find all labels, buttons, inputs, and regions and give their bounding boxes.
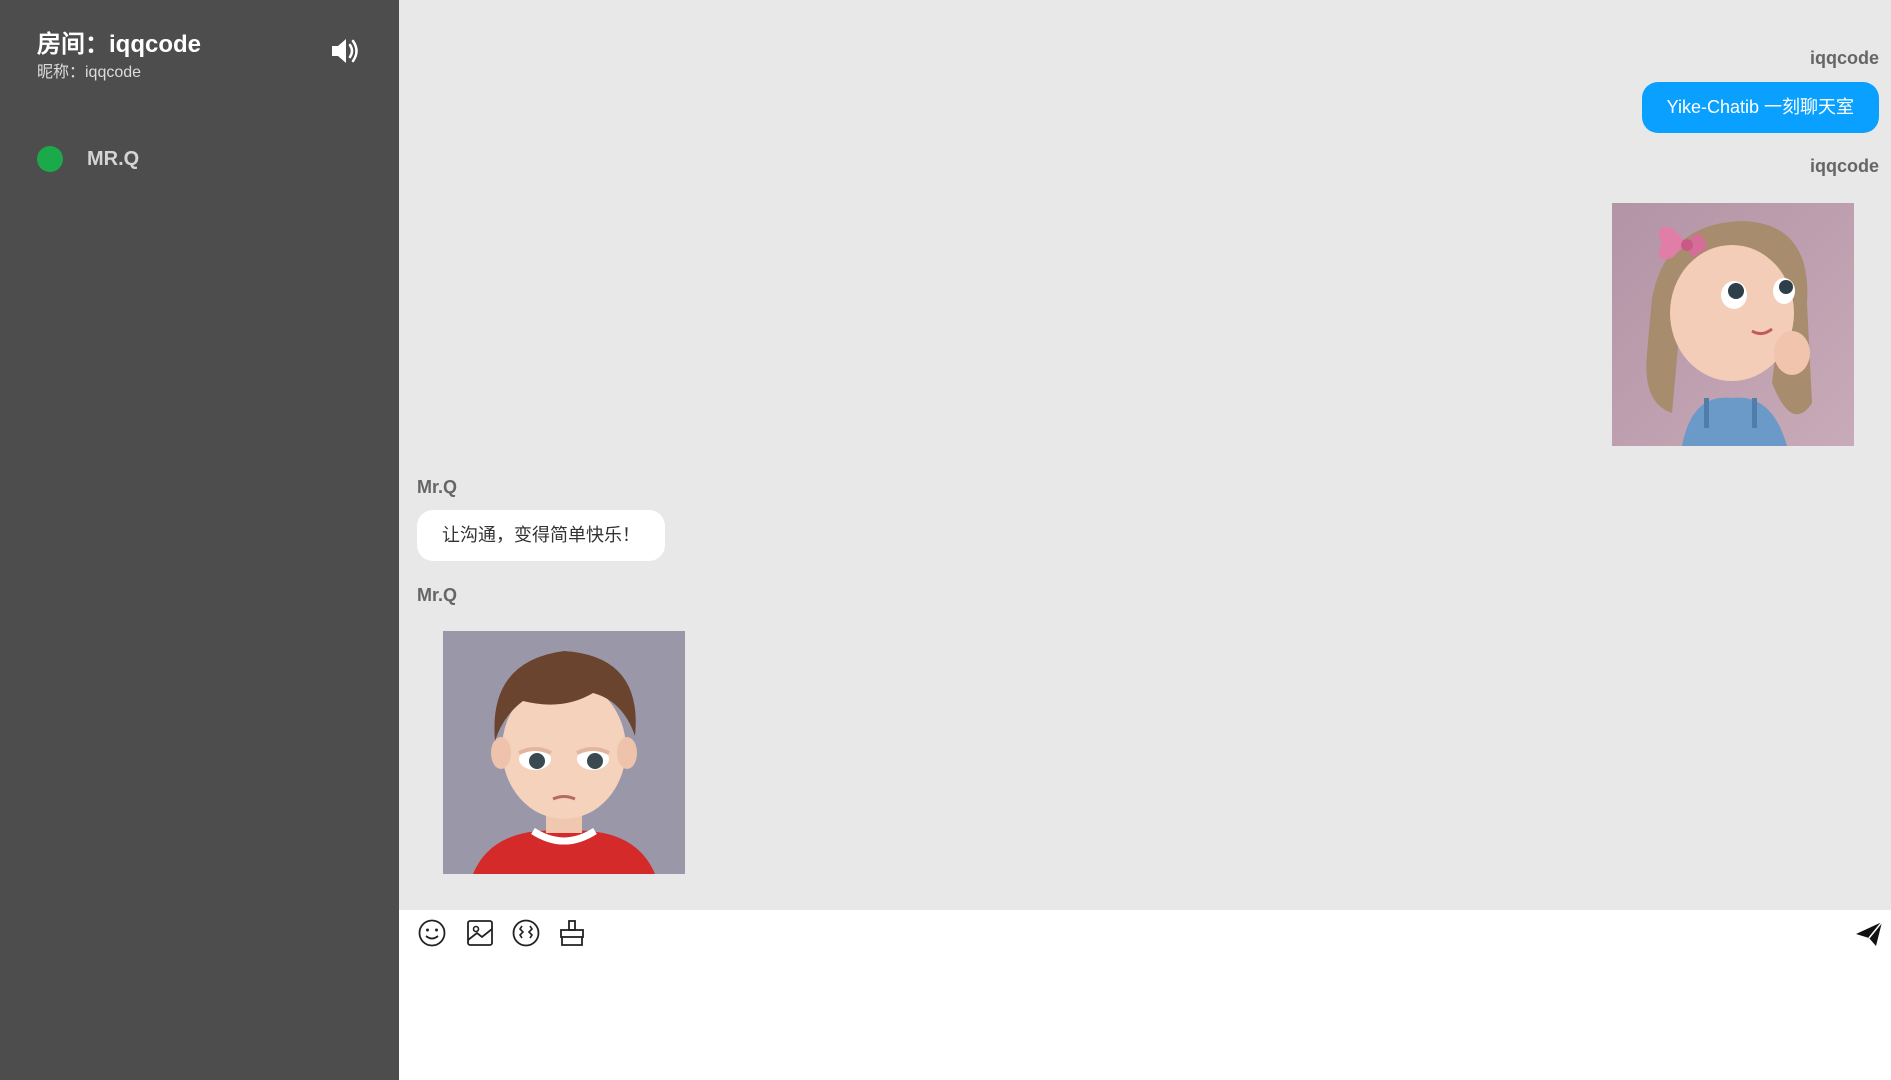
image-upload-icon[interactable] [465, 918, 495, 948]
message-sender: Mr.Q [417, 477, 458, 497]
user-list-item[interactable]: MR.Q [37, 146, 139, 172]
emoji-icon[interactable] [417, 918, 447, 948]
shake-icon[interactable] [511, 918, 541, 948]
message-bubble: 让沟通，变得简单快乐！ [417, 510, 665, 561]
chat-main: iqqcode Yike-Chatib 一刻聊天室 iqqcode Mr.Q 让… [399, 0, 1891, 1080]
image-message-boy[interactable] [443, 631, 685, 874]
message-sender: iqqcode [1809, 48, 1879, 68]
message-input[interactable] [417, 960, 1873, 1066]
clear-screen-icon[interactable] [557, 918, 587, 948]
message-bubble: Yike-Chatib 一刻聊天室 [1641, 82, 1879, 133]
message-sender: iqqcode [1809, 156, 1879, 176]
message-sender: Mr.Q [417, 585, 458, 605]
sidebar: 房间：iqqcode 昵称：iqqcode MR.Q [0, 0, 399, 1080]
speaker-volume-icon[interactable] [328, 34, 362, 68]
online-status-dot [37, 146, 63, 172]
user-name: MR.Q [87, 147, 140, 170]
chat-app: 房间：iqqcode 昵称：iqqcode MR.Q iqqcode Yike-… [0, 0, 1891, 1080]
image-message-girl[interactable] [1612, 203, 1854, 446]
nickname-label: 昵称：iqqcode [37, 64, 142, 81]
send-paper-plane-icon[interactable] [1853, 918, 1885, 950]
room-title: 房间：iqqcode [37, 31, 202, 58]
message-list: iqqcode Yike-Chatib 一刻聊天室 iqqcode Mr.Q 让… [399, 0, 1891, 910]
